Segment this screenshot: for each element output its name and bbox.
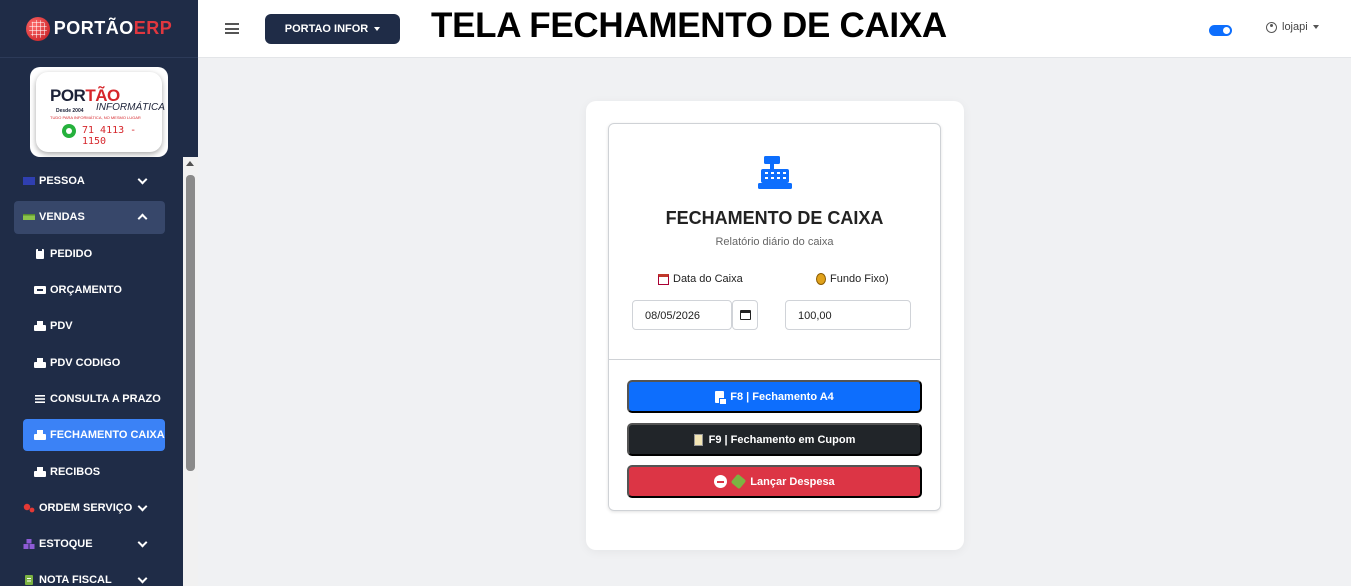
money-icon [731, 473, 747, 490]
sidebar-item-label: NOTA FISCAL [39, 574, 112, 586]
company-selector-button[interactable]: PORTAO INFOR [265, 14, 400, 44]
theme-toggle[interactable] [1209, 25, 1232, 36]
hamburger-menu-icon[interactable] [225, 23, 239, 34]
sidebar-item-estoque[interactable]: ESTOQUE [0, 526, 182, 562]
card-title: FECHAMENTO DE CAIXA [665, 208, 884, 228]
printer-icon [34, 321, 46, 332]
fund-label: Fundo Fixo) [816, 273, 889, 285]
sidebar-scrollbar[interactable] [183, 157, 198, 586]
user-menu[interactable]: lojapi [1266, 21, 1319, 33]
sidebar-item-label: VENDAS [39, 211, 85, 224]
calendar-icon [739, 310, 751, 320]
closing-a4-button[interactable]: F8 | Fechamento A4 [627, 380, 922, 413]
chevron-down-icon [137, 537, 148, 548]
chevron-down-icon [137, 174, 148, 185]
printer-icon [34, 357, 46, 368]
user-circle-icon [1266, 21, 1277, 33]
date-field[interactable]: 08/05/2026 [632, 300, 732, 330]
sidebar-item-label: ESTOQUE [39, 538, 93, 551]
logo-informatica: INFORMÁTICA [96, 102, 165, 113]
caret-down-icon [374, 27, 381, 31]
sidebar-item-label: FECHAMENTO CAIXA [50, 429, 165, 442]
money-bag-icon [816, 273, 826, 285]
sidebar-item-label: ORDEM SERVIÇO [39, 501, 133, 514]
brand-logo[interactable]: PORTÃOERP [0, 0, 198, 58]
document-icon [25, 575, 33, 586]
date-picker-button[interactable] [732, 300, 758, 330]
globe-icon [25, 16, 50, 41]
sidebar-item-recibos[interactable]: RECIBOS [0, 453, 182, 489]
people-icon [23, 177, 35, 186]
sidebar-item-pdv[interactable]: PDV [0, 308, 182, 344]
sidebar-item-label: PEDIDO [50, 247, 93, 260]
fund-field[interactable]: 100,00 [785, 300, 911, 330]
main-card: FECHAMENTO DE CAIXA Relatório diário do … [586, 101, 964, 550]
logo-tagline: Desde 2004 [56, 108, 84, 114]
ad-icon [34, 286, 46, 295]
sidebar-item-nota-fiscal[interactable]: NOTA FISCAL [0, 562, 182, 586]
page-title: TELA FECHAMENTO DE CAIXA [431, 6, 947, 45]
scrollbar-thumb[interactable] [186, 175, 195, 471]
top-header: PORTAO INFOR TELA FECHAMENTO DE CAIXA lo… [198, 0, 1351, 58]
printer-icon [34, 430, 46, 441]
company-name: PORTAO INFOR [284, 23, 369, 35]
sidebar-item-label: RECIBOS [50, 465, 101, 478]
boxes-icon [23, 539, 35, 550]
card-subtitle: Relatório diário do caixa [715, 236, 834, 248]
sidebar-item-ordem-servico[interactable]: ORDEM SERVIÇO [0, 490, 182, 526]
logo-phone: 71 4113 - 1150 [82, 125, 137, 147]
company-logo-card: PORTÃO Desde 2004 INFORMÁTICA TUDO PARA … [30, 67, 168, 157]
sidebar-item-fechamento-caixa[interactable]: FECHAMENTO CAIXA [0, 417, 182, 453]
list-icon [35, 394, 45, 403]
closing-receipt-button[interactable]: F9 | Fechamento em Cupom [627, 423, 922, 456]
cash-icon [23, 214, 35, 221]
sidebar-item-vendas[interactable]: VENDAS [0, 199, 182, 235]
chevron-up-icon [137, 213, 148, 224]
calendar-icon [658, 273, 669, 285]
caret-down-icon [1312, 25, 1319, 29]
sidebar-item-orcamento[interactable]: ORÇAMENTO [0, 272, 182, 308]
sidebar-item-label: PDV [50, 320, 73, 333]
sidebar-item-label: PESSOA [39, 175, 85, 188]
brand-name: PORTÃOERP [53, 18, 173, 38]
date-label: Data do Caixa [658, 273, 743, 285]
sidebar-item-pedido[interactable]: PEDIDO [0, 236, 182, 272]
sidebar-nav: PESSOA VENDAS PEDIDO ORÇAMENTO PDV PDV C… [0, 163, 182, 586]
company-logo: PORTÃO Desde 2004 INFORMÁTICA TUDO PARA … [36, 72, 165, 152]
sidebar-item-consulta-a-prazo[interactable]: CONSULTA A PRAZO [0, 381, 182, 417]
sidebar-item-pdv-codigo[interactable]: PDV CODIGO [0, 344, 182, 380]
sidebar: PORTÃOERP PORTÃO Desde 2004 INFORMÁTICA … [0, 0, 198, 586]
printer-icon [34, 466, 46, 477]
minus-circle-icon [714, 475, 728, 488]
pdf-file-icon [715, 390, 728, 405]
divider [609, 359, 940, 360]
receipt-icon [693, 433, 703, 446]
cash-register-icon [758, 156, 792, 189]
add-expense-button[interactable]: Lançar Despesa [627, 465, 922, 498]
sidebar-item-label: CONSULTA A PRAZO [50, 392, 161, 405]
sidebar-item-label: ORÇAMENTO [50, 284, 122, 297]
gears-icon [23, 503, 35, 513]
whatsapp-icon [62, 124, 76, 138]
clipboard-icon [36, 248, 44, 259]
cash-closing-panel: FECHAMENTO DE CAIXA Relatório diário do … [608, 123, 941, 511]
sidebar-item-pessoa[interactable]: PESSOA [0, 163, 182, 199]
logo-slogan: TUDO PARA INFORMÁTICA, NO MESMO LUGAR [50, 115, 141, 120]
sidebar-item-label: PDV CODIGO [50, 356, 121, 369]
scroll-up-arrow-icon[interactable] [186, 161, 194, 166]
chevron-down-icon [137, 573, 148, 584]
username: lojapi [1282, 21, 1308, 33]
chevron-down-icon [137, 501, 148, 512]
